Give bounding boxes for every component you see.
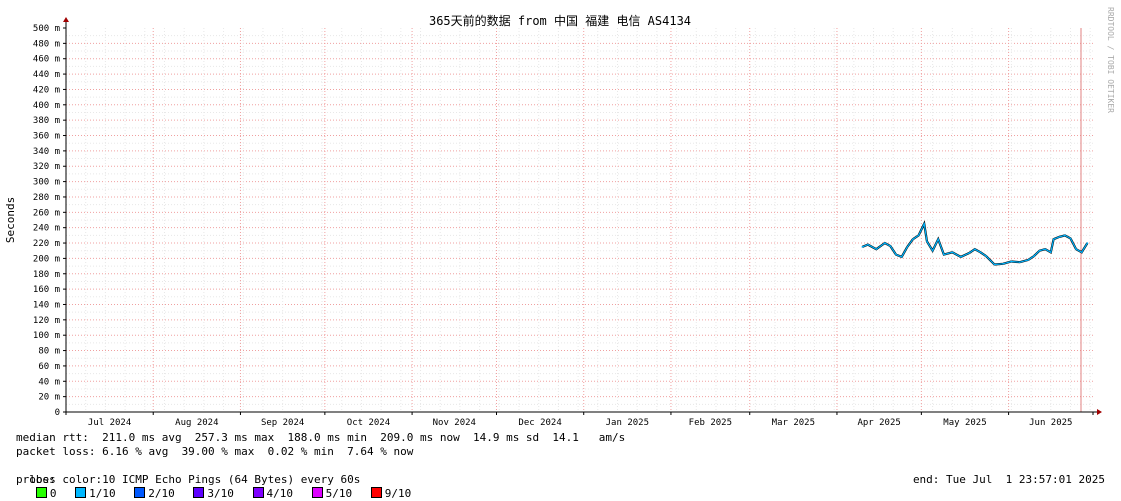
end-time: end: Tue Jul 1 23:57:01 2025	[912, 473, 1105, 486]
rtt-point	[917, 234, 920, 237]
rtt-point	[1086, 242, 1089, 244]
x-tick-label: Jan 2025	[606, 418, 649, 428]
rtt-point	[974, 248, 976, 250]
rtt-point	[1052, 238, 1055, 240]
loss-color-swatch	[311, 487, 323, 498]
y-tick-label: 240 m	[33, 224, 60, 234]
packet-loss-line: packet loss: 6.16 % avg 39.00 % max 0.02…	[16, 445, 414, 458]
x-tick-label: May 2025	[943, 418, 986, 428]
rtt-point	[993, 263, 996, 266]
x-axis-arrow	[1097, 409, 1102, 415]
rtt-point	[951, 251, 954, 254]
loss-color-swatch	[35, 487, 47, 498]
rtt-point	[1058, 236, 1061, 238]
rtt-point	[889, 245, 892, 247]
y-tick-label: 140 m	[33, 300, 60, 310]
y-tick-label: 340 m	[33, 147, 60, 157]
x-tick-label: Aug 2024	[175, 418, 218, 428]
y-tick-labels: 0 20 m 40 m 60 m 80 m 100 m 120 m 140 m 160 m 180…	[33, 24, 60, 418]
y-tick-label: 120 m	[33, 316, 60, 326]
y-tick-label: 360 m	[33, 132, 60, 142]
y-tick-label: 380 m	[33, 116, 60, 126]
rtt-point	[1002, 262, 1004, 265]
y-tick-label: 400 m	[33, 101, 60, 111]
probe-line: probe: 10 ICMP Echo Pings (64 Bytes) eve…	[16, 473, 361, 486]
latency-chart: 0 20 m 40 m 60 m 80 m 100 m 120 m 140 m 160 m 180…	[4, 7, 1115, 428]
chart-title: 365天前的数据 from 中国 福建 电信 AS4134	[429, 13, 691, 28]
rtt-point	[875, 248, 878, 250]
rtt-point	[1038, 249, 1041, 252]
rtt-point	[926, 240, 928, 243]
rtt-point	[1069, 237, 1072, 240]
rtt-point	[900, 256, 903, 258]
series-lines	[861, 220, 1089, 266]
rtt-point	[979, 251, 982, 254]
rtt-point	[937, 238, 940, 240]
x-tick-label: Nov 2024	[433, 418, 476, 428]
rtt-point	[906, 246, 909, 248]
rtt-point	[1080, 251, 1083, 254]
rtt-point	[883, 242, 886, 244]
rtt-point	[867, 243, 869, 246]
y-tick-label: 280 m	[33, 193, 60, 203]
rtt-point	[1044, 248, 1046, 250]
loss-color-swatch	[252, 487, 264, 498]
y-tick-label: 220 m	[33, 239, 60, 249]
rtt-point	[1019, 261, 1021, 264]
y-tick-label: 60 m	[38, 362, 60, 372]
y-tick-label: 180 m	[33, 270, 60, 280]
x-tick-label: Apr 2025	[857, 418, 900, 428]
loss-color-swatch	[134, 487, 146, 498]
x-tick-labels: Jul 2024 Aug 2024 Sep 2024 Oct 2024 Nov 2024…	[88, 418, 1073, 428]
axes	[63, 17, 1102, 415]
rtt-point	[912, 238, 914, 240]
y-tick-label: 260 m	[33, 208, 60, 218]
x-tick-label: Sep 2024	[261, 418, 304, 428]
rtt-point	[1075, 248, 1077, 250]
x-tick-label: Dec 2024	[518, 418, 561, 428]
loss-color-swatch	[193, 487, 205, 498]
x-tick-label: Jul 2024	[88, 418, 131, 428]
rtt-point	[959, 256, 962, 258]
rtt-point	[931, 249, 934, 252]
rtt-point	[895, 253, 897, 256]
y-tick-label: 80 m	[38, 347, 60, 357]
y-tick-label: 0	[55, 408, 60, 418]
y-tick-label: 420 m	[33, 85, 60, 95]
rtt-point	[1027, 259, 1030, 261]
rtt-point	[923, 223, 925, 225]
rtt-point	[861, 246, 864, 248]
y-tick-label: 20 m	[38, 393, 60, 403]
x-tick-label: Feb 2025	[689, 418, 732, 428]
y-tick-label: 440 m	[33, 70, 60, 80]
y-tick-label: 160 m	[33, 285, 60, 295]
loss-color-swatch	[75, 487, 87, 498]
rtt-point	[943, 253, 945, 256]
y-axis-arrow	[63, 17, 69, 22]
median-rtt-line: median rtt: 211.0 ms avg 257.3 ms max 18…	[16, 431, 626, 444]
rtt-point	[1049, 251, 1052, 254]
y-tick-label: 200 m	[33, 254, 60, 264]
y-tick-label: 460 m	[33, 55, 60, 65]
y-tick-label: 320 m	[33, 162, 60, 172]
y-axis-label: Seconds	[4, 197, 17, 243]
grid-lines	[66, 28, 1093, 412]
rtt-point	[985, 255, 987, 257]
rtt-point	[1064, 234, 1066, 237]
x-tick-label: Mar 2025	[772, 418, 815, 428]
x-tick-label: Jun 2025	[1029, 418, 1072, 428]
rtt-point	[1033, 255, 1035, 257]
watermark-text: RRDTOOL / TOBI OETIKER	[1106, 7, 1115, 113]
y-tick-label: 100 m	[33, 331, 60, 341]
y-tick-label: 500 m	[33, 24, 60, 34]
y-tick-label: 480 m	[33, 39, 60, 49]
y-tick-label: 40 m	[38, 377, 60, 387]
rtt-point	[968, 252, 970, 254]
x-tick-label: Oct 2024	[347, 418, 390, 428]
loss-color-swatch	[370, 487, 382, 498]
rtt-point	[1010, 260, 1013, 263]
y-tick-label: 300 m	[33, 178, 60, 188]
